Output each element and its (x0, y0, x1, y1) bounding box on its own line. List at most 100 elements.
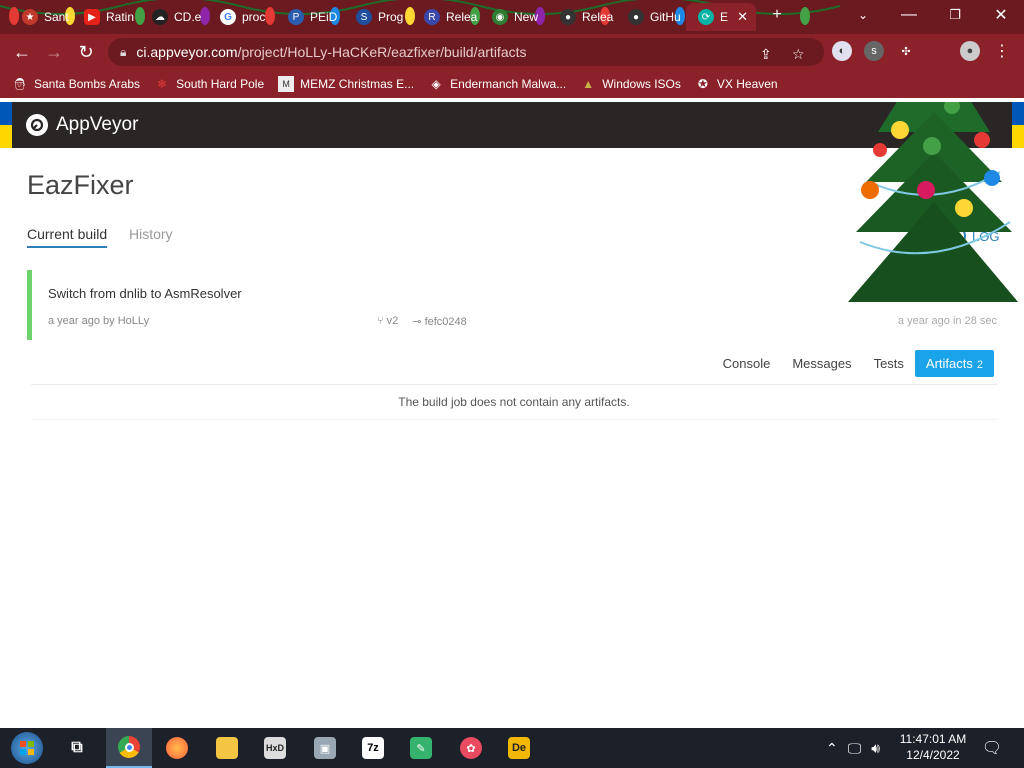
tab-program[interactable]: S Prog (344, 3, 410, 31)
close-window-button[interactable]: ✕ (978, 0, 1024, 30)
system-info-icon: ▣ (314, 737, 336, 759)
taskbar-system-info[interactable]: ▣ (302, 728, 348, 768)
tab-appveyor-active[interactable]: ⟳ E ✕ (686, 3, 756, 31)
bookmark-label: South Hard Pole (176, 77, 265, 91)
release-icon: R (424, 9, 440, 25)
clock-time: 11:47:01 AM (899, 732, 967, 746)
windows-orb-icon (11, 732, 43, 764)
tab-console[interactable]: Console (712, 350, 782, 377)
snowflake-icon: ❄ (157, 77, 168, 91)
bookmark-label: Endermanch Malwa... (450, 77, 567, 91)
taskbar-file-explorer[interactable] (204, 728, 250, 768)
taskbar-firefox[interactable] (154, 728, 200, 768)
appveyor-logo-icon[interactable] (26, 114, 48, 136)
start-button[interactable] (4, 728, 50, 768)
tab-label: Relea (446, 10, 478, 24)
appveyor-brand[interactable]: AppVeyor (56, 114, 138, 136)
7zip-icon: 7z (362, 737, 384, 759)
tab-messages[interactable]: Messages (781, 350, 862, 377)
appveyor-page: AppVeyor EazFixer Current build History … (0, 98, 1024, 728)
extension-flag-icon[interactable]: ◐ (832, 41, 852, 61)
tab-label: PEiD (310, 10, 338, 24)
back-button[interactable]: ← (6, 36, 38, 68)
appveyor-icon: ⟳ (698, 9, 714, 25)
tab-current-build[interactable]: Current build (27, 226, 108, 248)
clock-date: 12/4/2022 (906, 748, 960, 762)
tray-overflow-chevron-icon[interactable]: ⌃ (826, 740, 838, 757)
tab-history[interactable]: History (129, 226, 173, 242)
tab-peid[interactable]: P PEiD (276, 3, 342, 31)
bookmark-santa-bombs[interactable]: 🎅︎ Santa Bombs Arabs (12, 76, 140, 92)
restore-button[interactable]: ❐ (932, 0, 978, 30)
system-tray: ⌃ 🖵︎ 🔊︎ (826, 728, 880, 768)
commit[interactable]: ⊸ fefc0248 (412, 315, 466, 328)
close-tab-icon[interactable]: ✕ (737, 9, 748, 25)
de4dot-icon: De (508, 737, 530, 759)
taskbar-red-app[interactable]: ✿ (448, 728, 494, 768)
forward-button[interactable]: → (38, 36, 70, 68)
tab-search-chevron-icon[interactable]: ⌄ (840, 0, 886, 30)
network-icon[interactable]: 🖵︎ (848, 740, 862, 757)
volume-icon[interactable]: 🔊︎ (871, 740, 880, 757)
profile-avatar-icon[interactable]: ● (960, 41, 980, 61)
share-icon[interactable]: ⇪ (760, 46, 772, 63)
branch[interactable]: ⑂ v2 (377, 315, 398, 328)
tab-google[interactable]: G proc (208, 3, 274, 31)
bookmark-windows-isos[interactable]: ▲ Windows ISOs (580, 76, 681, 92)
ukraine-flag-left (0, 102, 12, 148)
chrome-icon: ◉ (492, 9, 508, 25)
taskbar-7zip[interactable]: 7z (350, 728, 396, 768)
menu-kebab-icon[interactable]: ⋮ (992, 41, 1012, 61)
tab-label: Prog (378, 10, 404, 24)
chrome-icon (118, 736, 140, 758)
minimize-button[interactable]: — (886, 0, 932, 30)
branch-commit-info: ⑂ v2 ⊸ fefc0248 (377, 315, 467, 328)
browser-toolbar: ← → ↻ 🔒︎ ci.appveyor.com/project/HoLLy-H… (0, 34, 1024, 70)
tab-youtube[interactable]: ▶ Ratin (72, 3, 138, 31)
tab-release[interactable]: R Relea (412, 3, 478, 31)
santa-icon: ★ (22, 9, 38, 25)
new-tab-button[interactable]: + (760, 0, 794, 30)
hxd-icon: HxD (264, 737, 286, 759)
address-bar[interactable]: 🔒︎ ci.appveyor.com/project/HoLLy-HaCKeR/… (108, 38, 824, 66)
bookmark-south-hard-pole[interactable]: ❄ South Hard Pole (154, 76, 264, 92)
artifacts-count-badge: 2 (976, 359, 983, 371)
commit-icon: ⊸ (412, 316, 425, 328)
extensions-puzzle-icon[interactable]: ✣ (896, 41, 916, 61)
task-view-button[interactable]: ⧉ (54, 728, 100, 768)
bookmark-label: Windows ISOs (602, 77, 681, 91)
santa-icon: 🎅︎ (12, 77, 28, 91)
bookmark-memz[interactable]: M MEMZ Christmas E... (278, 76, 414, 92)
bookmark-label: VX Heaven (716, 77, 778, 91)
taskbar-hxd[interactable]: HxD (252, 728, 298, 768)
peid-icon: P (288, 9, 304, 25)
program-icon: S (356, 9, 372, 25)
reload-button[interactable]: ↻ (70, 36, 102, 68)
tab-label: Relea (582, 10, 614, 24)
tab-github[interactable]: ● GitHu (616, 3, 682, 31)
commit-message[interactable]: Switch from dnlib to AsmResolver (48, 286, 242, 301)
bookmark-vx-heaven[interactable]: ✪ VX Heaven (695, 76, 778, 92)
bookmarks-bar: 🎅︎ Santa Bombs Arabs ❄ South Hard Pole M… (0, 70, 1024, 98)
branch-icon: ⑂ (377, 315, 387, 327)
tab-label: proc (242, 10, 266, 24)
bookmark-label: Santa Bombs Arabs (34, 77, 141, 91)
taskbar-chrome[interactable] (106, 728, 152, 768)
tab-tests[interactable]: Tests (863, 350, 915, 377)
tab-artifacts[interactable]: Artifacts 2 (914, 350, 994, 377)
bookmark-endermanch[interactable]: ◈ Endermanch Malwa... (428, 76, 567, 92)
extension-s-icon[interactable]: s (864, 41, 884, 61)
artifacts-empty-state: The build job does not contain any artif… (31, 384, 997, 420)
taskbar-notepadpp[interactable]: ✎ (398, 728, 444, 768)
tree-icon: ▲ (582, 77, 595, 91)
tab-github-release[interactable]: ● Relea (548, 3, 614, 31)
folder-icon (216, 737, 238, 759)
tab-santa[interactable]: ★ Sant (10, 3, 72, 31)
taskbar-clock[interactable]: 11:47:01 AM 12/4/2022 (893, 731, 973, 763)
empty-artifacts-message: The build job does not contain any artif… (398, 395, 630, 409)
taskbar-de4dot[interactable]: De (496, 728, 542, 768)
tab-cd[interactable]: ☁ CD.e (140, 3, 206, 31)
tab-new[interactable]: ◉ New (480, 3, 546, 31)
action-center-icon[interactable]: 🗨︎ (980, 736, 1004, 760)
bookmark-star-icon[interactable]: ☆ (792, 46, 805, 63)
